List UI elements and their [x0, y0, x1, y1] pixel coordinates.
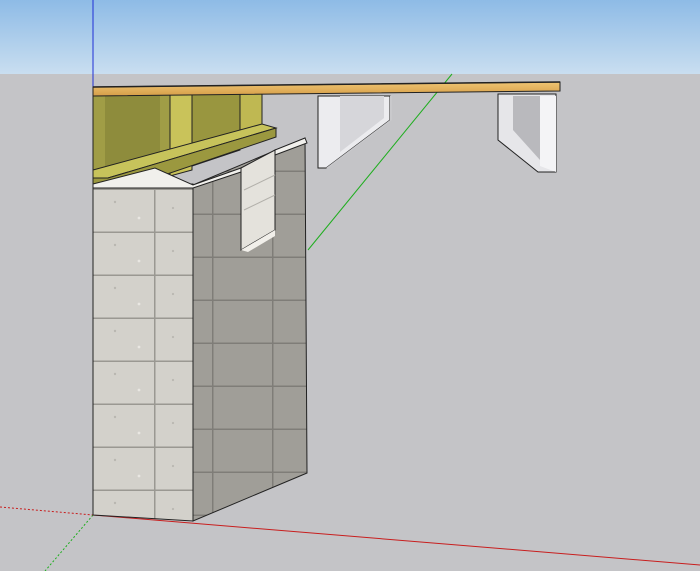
- cmu-wall-front[interactable]: [92, 183, 194, 522]
- beam-pocket[interactable]: [240, 149, 276, 252]
- 3d-viewport[interactable]: [0, 0, 700, 571]
- sky: [0, 0, 700, 74]
- model-scene[interactable]: [0, 0, 700, 571]
